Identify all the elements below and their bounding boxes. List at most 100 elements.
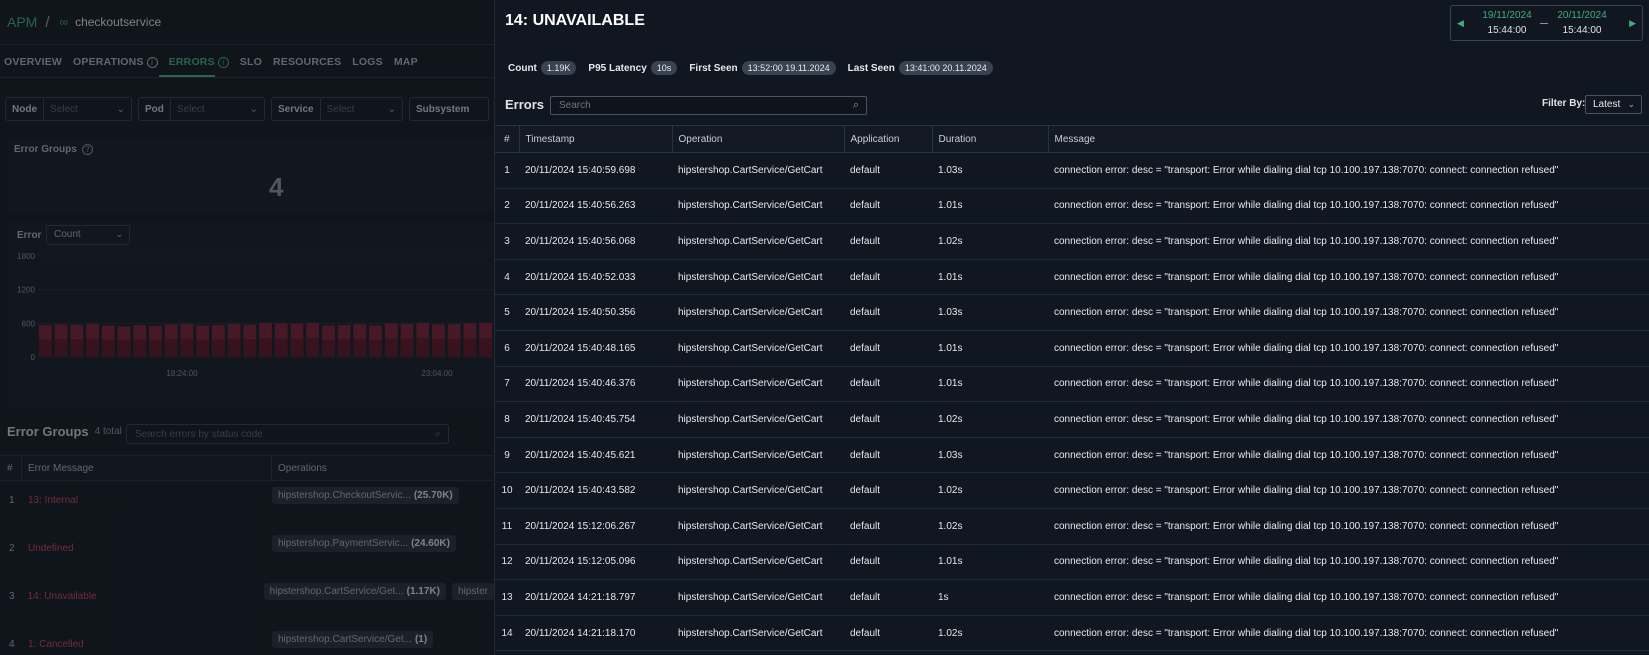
chart-bar-segment xyxy=(180,338,194,357)
breadcrumb-apm-link[interactable]: APM xyxy=(7,14,37,30)
message-cell: connection error: desc = "transport: Err… xyxy=(1048,259,1649,296)
table-row[interactable]: 1 20/11/2024 15:40:59.698 hipstershop.Cart… xyxy=(495,152,1649,189)
last-seen-label: Last Seen xyxy=(847,62,895,74)
column-header[interactable]: Error Message xyxy=(22,456,272,480)
table-row[interactable]: 12 20/11/2024 15:12:05.096 hipstershop.Car… xyxy=(495,544,1649,581)
duration-cell: 1.02s xyxy=(932,401,1048,438)
range-end-date: 20/11/2024 xyxy=(1557,10,1607,21)
tab-logs[interactable]: LOGS xyxy=(352,54,383,70)
range-end[interactable]: 20/11/2024 15:44:00 xyxy=(1552,10,1612,36)
row-number: 1 xyxy=(495,152,519,189)
range-start[interactable]: 19/11/2024 15:44:00 xyxy=(1477,10,1537,36)
table-row[interactable]: 2 Undefined hipstershop.PaymentServic... (2… xyxy=(0,529,494,577)
first-seen-badge: 13:52:00 19.11.2024 xyxy=(741,61,836,75)
tab-operations[interactable]: OPERATIONS i xyxy=(73,54,158,70)
errors-search-input[interactable]: Search ⌕ xyxy=(550,96,867,115)
operation-cell: hipstershop.CartService/GetCart xyxy=(672,366,844,403)
tab-overview[interactable]: OVERVIEW xyxy=(4,54,62,70)
pod-filter[interactable]: Pod Select ⌄ xyxy=(138,97,265,121)
next-range-icon[interactable]: ▶ xyxy=(1629,18,1636,29)
table-row[interactable]: 6 20/11/2024 15:40:48.165 hipstershop.Cart… xyxy=(495,330,1649,367)
chart-bar-segment xyxy=(369,339,382,357)
timestamp-cell: 20/11/2024 14:21:18.170 xyxy=(519,615,672,652)
message-cell: connection error: desc = "transport: Err… xyxy=(1048,294,1649,331)
help-icon[interactable]: ? xyxy=(81,144,93,155)
column-header: # xyxy=(495,125,520,153)
table-row[interactable]: 8 20/11/2024 15:40:45.754 hipstershop.Cart… xyxy=(495,401,1649,438)
x-tick-label: 23:04:00 xyxy=(421,369,453,378)
error-message-link[interactable]: 1: Cancelled xyxy=(22,625,272,650)
timestamp-cell: 20/11/2024 15:40:46.376 xyxy=(519,366,672,403)
duration-cell: 1.03s xyxy=(932,294,1048,331)
table-row[interactable]: 11 20/11/2024 15:12:06.267 hipstershop.Car… xyxy=(495,508,1649,545)
operations-cell: hipstershop.CartService/Get... (1) xyxy=(272,625,434,648)
chart-error-label: Error xyxy=(17,230,42,241)
chart-bar-segment xyxy=(133,339,147,357)
operation-cell: hipstershop.CartService/GetCart xyxy=(672,508,844,545)
filter-by-select[interactable]: Latest ⌄ xyxy=(1585,95,1642,114)
column-header[interactable]: Duration xyxy=(932,125,1049,153)
table-row[interactable]: 7 20/11/2024 15:40:46.376 hipstershop.Cart… xyxy=(495,366,1649,403)
error-groups-search-input[interactable]: Search errors by status code ⌕ xyxy=(126,424,449,444)
column-header[interactable]: Application xyxy=(844,125,933,153)
info-icon[interactable]: i xyxy=(217,56,229,68)
chevron-down-icon: ⌄ xyxy=(115,229,123,239)
table-row[interactable]: 4 1: Cancelled hipstershop.CartService/Get… xyxy=(0,625,494,655)
operation-pill[interactable]: hipstershop.PaymentServic... (24.60K) xyxy=(272,535,456,552)
service-filter-select[interactable]: Select xyxy=(321,104,388,115)
operation-pill[interactable]: hipstershop.CartService/Get... (1) xyxy=(272,631,434,648)
filter-by-label: Filter By: xyxy=(1542,98,1586,109)
application-cell: default xyxy=(844,579,932,616)
table-row[interactable]: 14 20/11/2024 14:21:18.170 hipstershop.Car… xyxy=(495,615,1649,652)
message-cell: connection error: desc = "transport: Err… xyxy=(1048,615,1649,652)
table-row[interactable]: 2 20/11/2024 15:40:56.263 hipstershop.Cart… xyxy=(495,188,1649,225)
message-cell: connection error: desc = "transport: Err… xyxy=(1048,544,1649,581)
operation-count: (1.17K) xyxy=(406,586,440,597)
table-row[interactable]: 5 20/11/2024 15:40:50.356 hipstershop.Cart… xyxy=(495,294,1649,331)
previous-range-icon[interactable]: ◀ xyxy=(1457,18,1464,29)
error-message-link[interactable]: 14: Unavailable xyxy=(22,577,264,602)
node-filter-select[interactable]: Select xyxy=(44,104,117,115)
table-row[interactable]: 4 20/11/2024 15:40:52.033 hipstershop.Cart… xyxy=(495,259,1649,296)
operation-name: hipster xyxy=(457,586,488,597)
row-number: 4 xyxy=(9,639,15,650)
table-row[interactable]: 3 20/11/2024 15:40:56.068 hipstershop.Cart… xyxy=(495,223,1649,260)
tab-slo[interactable]: SLO xyxy=(240,54,262,70)
operation-pill[interactable]: hipster xyxy=(451,583,494,600)
duration-cell: 1.03s xyxy=(932,152,1048,189)
header-divider xyxy=(0,44,494,45)
table-row[interactable]: 3 14: Unavailable hipstershop.CartService/… xyxy=(0,577,494,625)
timestamp-cell: 20/11/2024 15:40:52.033 xyxy=(519,259,672,296)
column-header[interactable]: Operation xyxy=(672,125,845,153)
date-range-picker[interactable]: ◀ 19/11/2024 15:44:00 20/11/2024 15:44:0… xyxy=(1450,5,1643,41)
table-row[interactable]: 13 20/11/2024 14:21:18.797 hipstershop.Car… xyxy=(495,579,1649,616)
tab-resources[interactable]: RESOURCES xyxy=(273,54,341,70)
node-filter[interactable]: Node Select ⌄ xyxy=(5,97,132,121)
service-filter[interactable]: Service Select ⌄ xyxy=(271,97,403,121)
operation-count: (1) xyxy=(414,634,428,645)
info-icon[interactable]: i xyxy=(146,56,158,68)
row-number: 6 xyxy=(495,330,519,367)
column-header[interactable]: Operations xyxy=(272,463,327,474)
range-end-time: 15:44:00 xyxy=(1562,25,1602,36)
column-header[interactable]: Timestamp xyxy=(519,125,673,153)
subsystem-filter[interactable]: Subsystem xyxy=(409,97,489,121)
table-row[interactable]: 1 13: Internal hipstershop.CheckoutServic.… xyxy=(0,481,494,529)
operation-pill[interactable]: hipstershop.CheckoutServic... (25.70K) xyxy=(272,487,459,504)
timestamp-cell: 20/11/2024 15:40:56.068 xyxy=(519,223,672,260)
chevron-down-icon: ⌄ xyxy=(387,103,396,115)
error-message-link[interactable]: 13: Internal xyxy=(22,481,272,506)
column-header[interactable]: Message xyxy=(1048,125,1649,153)
error-message-link[interactable]: Undefined xyxy=(22,529,272,554)
operation-pill[interactable]: hipstershop.CartService/Get... (1.17K) xyxy=(263,583,446,600)
operations-cell: hipstershop.PaymentServic... (24.60K) xyxy=(272,529,456,552)
tab-map[interactable]: MAP xyxy=(394,54,418,70)
table-row[interactable]: 9 20/11/2024 15:40:45.621 hipstershop.Cart… xyxy=(495,437,1649,474)
tab-errors[interactable]: ERRORS i xyxy=(169,54,229,70)
duration-cell: 1.01s xyxy=(932,366,1048,403)
table-row[interactable]: 10 20/11/2024 15:40:43.582 hipstershop.Car… xyxy=(495,472,1649,509)
chart-metric-select[interactable]: Count ⌄ xyxy=(46,225,130,245)
pod-filter-select[interactable]: Select xyxy=(171,104,250,115)
range-start-date: 19/11/2024 xyxy=(1482,10,1532,21)
chart-bar-segment xyxy=(54,339,68,357)
